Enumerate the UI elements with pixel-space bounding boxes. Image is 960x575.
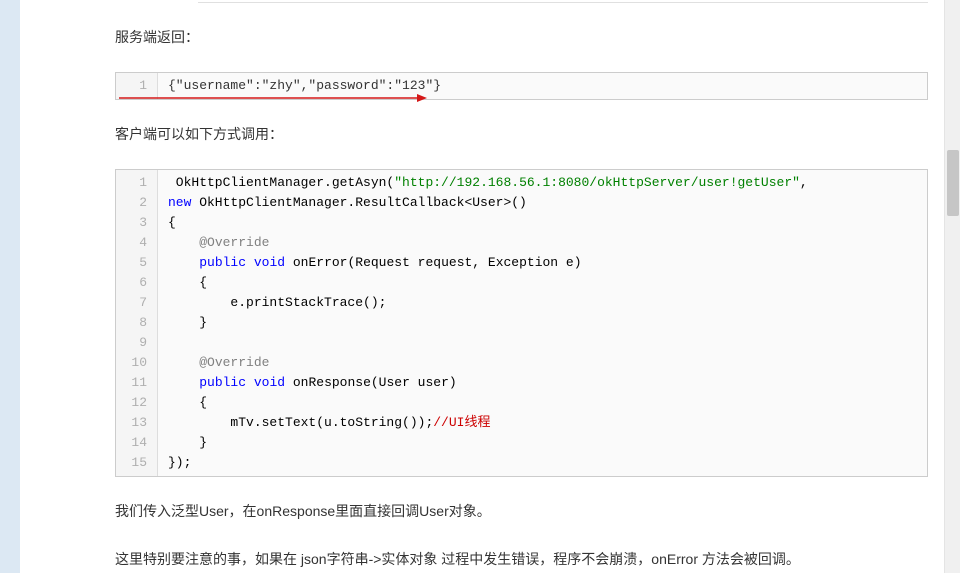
code-line: e.printStackTrace(); — [158, 293, 927, 313]
paragraph-server-return: 服务端返回： — [115, 25, 908, 50]
paragraph-client-call: 客户端可以如下方式调用： — [115, 122, 908, 147]
code-row: 14 } — [116, 433, 927, 453]
code-block-2: 1 OkHttpClientManager.getAsyn("http://19… — [115, 169, 928, 477]
page-left-margin — [0, 0, 20, 573]
code-line: OkHttpClientManager.getAsyn("http://192.… — [158, 170, 927, 193]
code-row: 3{ — [116, 213, 927, 233]
paragraph-explain-1: 我们传入泛型User，在onResponse里面直接回调User对象。 — [115, 499, 908, 524]
code-token — [168, 235, 199, 250]
code-token: onResponse(User user) — [285, 375, 457, 390]
code-row: 5 public void onError(Request request, E… — [116, 253, 927, 273]
code-line: } — [158, 433, 927, 453]
code-token: @Override — [199, 355, 269, 370]
code-token — [168, 375, 199, 390]
code-row: 11 public void onResponse(User user) — [116, 373, 927, 393]
code-row: 8 } — [116, 313, 927, 333]
code-block-1: 1{"username":"zhy","password":"123"} — [115, 72, 928, 100]
code-row: 12 { — [116, 393, 927, 413]
divider — [198, 2, 928, 3]
code-token: onError(Request request, Exception e) — [285, 255, 581, 270]
code-line: { — [158, 393, 927, 413]
line-number: 2 — [116, 193, 158, 213]
scrollbar-thumb[interactable] — [947, 150, 959, 216]
code-token: OkHttpClientManager.ResultCallback<User>… — [191, 195, 526, 210]
code-token: { — [168, 215, 176, 230]
line-number: 9 — [116, 333, 158, 353]
line-number: 10 — [116, 353, 158, 373]
code-line: @Override — [158, 353, 927, 373]
code-line: new OkHttpClientManager.ResultCallback<U… — [158, 193, 927, 213]
line-number: 14 — [116, 433, 158, 453]
vertical-scrollbar[interactable] — [944, 0, 960, 573]
code-row: 2new OkHttpClientManager.ResultCallback<… — [116, 193, 927, 213]
code-line: { — [158, 273, 927, 293]
line-number: 5 — [116, 253, 158, 273]
line-number: 6 — [116, 273, 158, 293]
code-row: 15}); — [116, 453, 927, 476]
code-row: 13 mTv.setText(u.toString());//UI线程 — [116, 413, 927, 433]
line-number: 4 — [116, 233, 158, 253]
line-number: 1 — [116, 73, 158, 99]
code-token: } — [168, 315, 207, 330]
code-token: public — [199, 255, 246, 270]
paragraph-explain-2: 这里特别要注意的事，如果在 json字符串->实体对象 过程中发生错误，程序不会… — [115, 547, 908, 572]
code-line: } — [158, 313, 927, 333]
code-line: @Override — [158, 233, 927, 253]
code-line: public void onError(Request request, Exc… — [158, 253, 927, 273]
code-row: 1 OkHttpClientManager.getAsyn("http://19… — [116, 170, 927, 193]
line-number: 3 — [116, 213, 158, 233]
code-row: 6 { — [116, 273, 927, 293]
code-token: }); — [168, 455, 191, 470]
code-token: { — [168, 275, 207, 290]
code-token: mTv.setText(u.toString()); — [168, 415, 433, 430]
code-row: 4 @Override — [116, 233, 927, 253]
code-token: void — [254, 255, 285, 270]
code-line: public void onResponse(User user) — [158, 373, 927, 393]
code-line: }); — [158, 453, 927, 476]
code-row: 1{"username":"zhy","password":"123"} — [116, 73, 927, 99]
code-token: } — [168, 435, 207, 450]
article-content: 服务端返回： 1{"username":"zhy","password":"12… — [83, 2, 960, 572]
line-number: 7 — [116, 293, 158, 313]
line-number: 8 — [116, 313, 158, 333]
code-token: { — [168, 395, 207, 410]
code-row: 9 — [116, 333, 927, 353]
code-token: OkHttpClientManager.getAsyn( — [168, 175, 394, 190]
line-number: 13 — [116, 413, 158, 433]
line-number: 12 — [116, 393, 158, 413]
code-token — [168, 355, 199, 370]
code-token: "http://192.168.56.1:8080/okHttpServer/u… — [394, 175, 800, 190]
code-line — [158, 333, 927, 353]
code-token: //UI线程 — [433, 415, 490, 430]
code-token — [246, 375, 254, 390]
code-line: { — [158, 213, 927, 233]
code-token: void — [254, 375, 285, 390]
code-token: public — [199, 375, 246, 390]
code-line: mTv.setText(u.toString());//UI线程 — [158, 413, 927, 433]
line-number: 15 — [116, 453, 158, 476]
code-token — [246, 255, 254, 270]
code-row: 7 e.printStackTrace(); — [116, 293, 927, 313]
line-number: 11 — [116, 373, 158, 393]
code-token: new — [168, 195, 191, 210]
line-number: 1 — [116, 170, 158, 193]
code-line: {"username":"zhy","password":"123"} — [158, 73, 927, 99]
code-token: e.printStackTrace(); — [168, 295, 386, 310]
code-token — [168, 255, 199, 270]
code-token: @Override — [199, 235, 269, 250]
code-token: , — [800, 175, 808, 190]
code-row: 10 @Override — [116, 353, 927, 373]
